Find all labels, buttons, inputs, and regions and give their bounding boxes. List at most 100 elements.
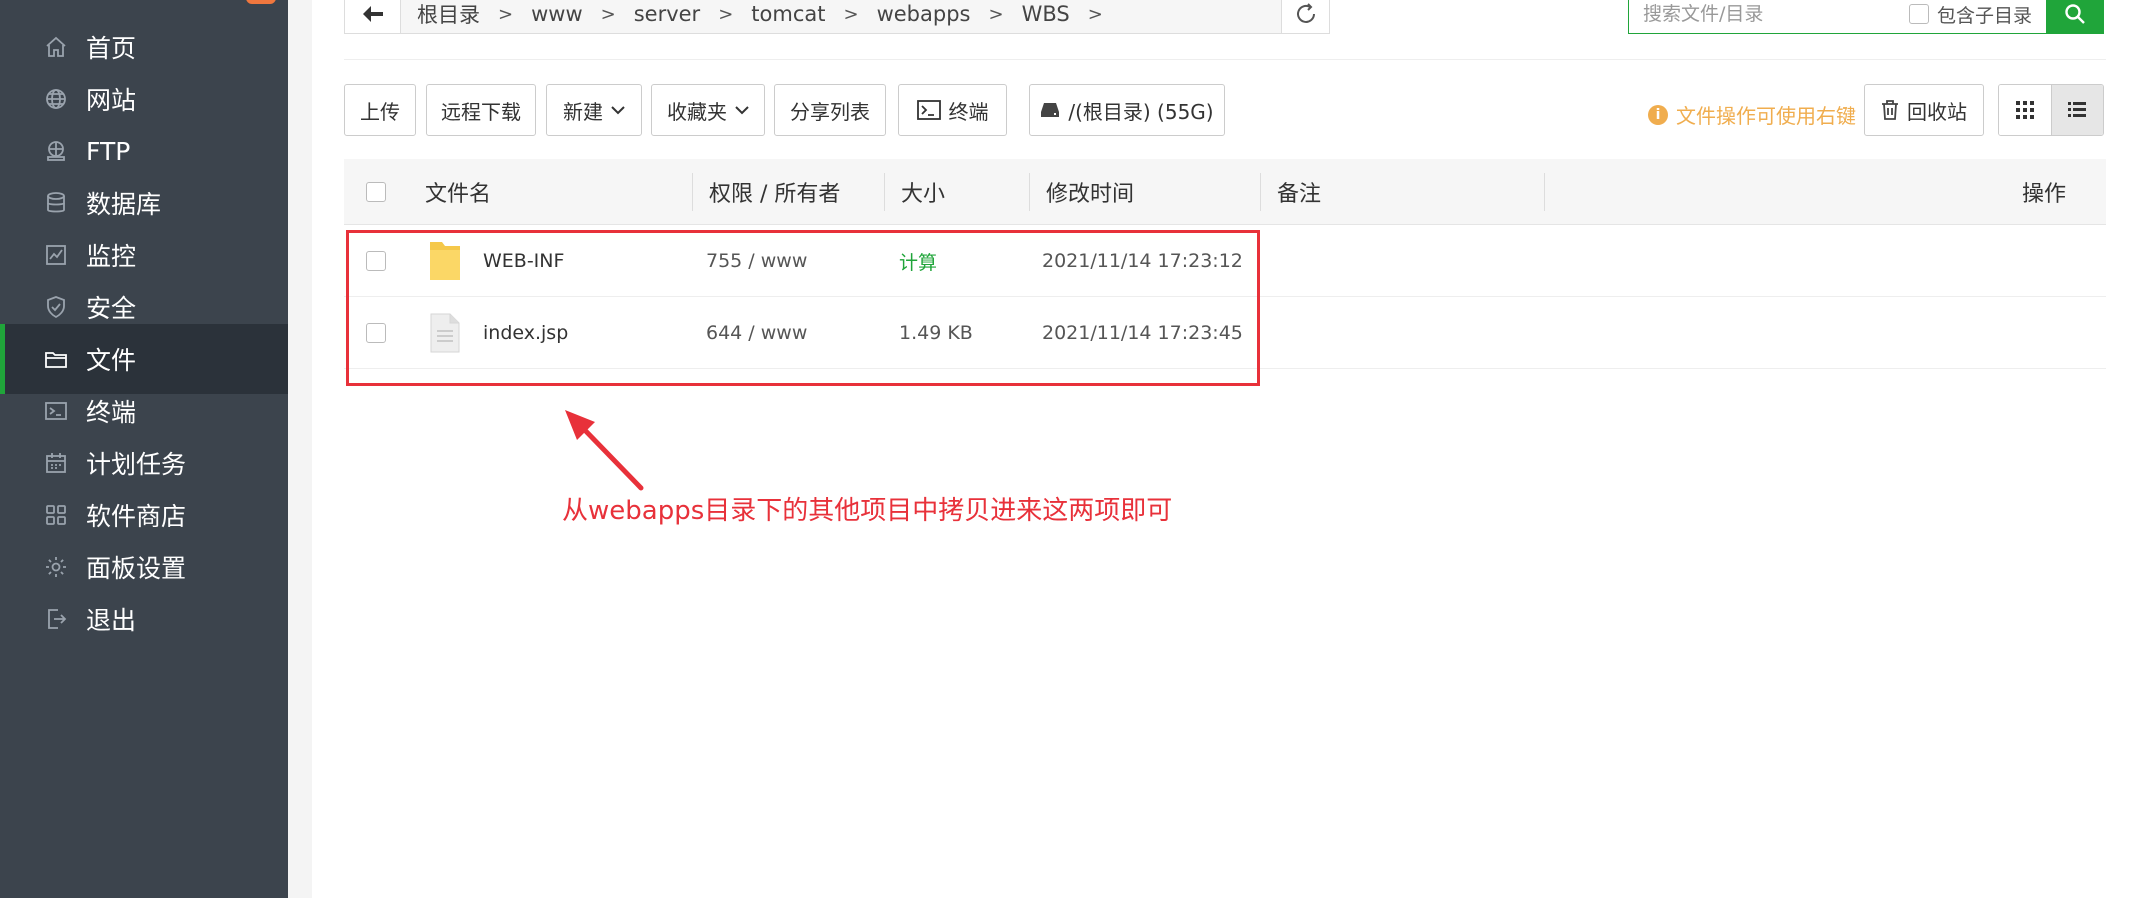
- header-modified[interactable]: 修改时间: [1046, 159, 1134, 225]
- back-button[interactable]: [345, 0, 401, 33]
- chevron-right-icon: >: [600, 3, 616, 25]
- annotation-highlight-box: [346, 230, 1260, 386]
- column-divider: [1544, 173, 1545, 211]
- select-all-checkbox[interactable]: [366, 159, 386, 225]
- sidebar-item-label: 终端: [86, 398, 137, 427]
- info-icon: i: [1648, 104, 1668, 125]
- column-divider: [884, 173, 885, 211]
- file-table-header: 文件名 权限 / 所有者 大小 修改时间 备注 操作: [344, 159, 2106, 225]
- folder-icon: [42, 345, 70, 373]
- share-list-label: 分享列表: [790, 99, 870, 124]
- upload-button[interactable]: 上传: [344, 84, 416, 136]
- grid-view-button[interactable]: [1999, 85, 2051, 135]
- sidebar-item-label: 监控: [86, 242, 137, 271]
- terminal-icon: [42, 397, 70, 425]
- sidebar-gutter: [288, 0, 312, 898]
- disk-label: /(根目录) (55G): [1068, 99, 1214, 124]
- breadcrumb-item[interactable]: webapps: [873, 2, 975, 26]
- chevron-right-icon: >: [498, 3, 514, 25]
- sidebar-item-label: 数据库: [86, 190, 162, 219]
- terminal-button[interactable]: 终端: [898, 84, 1007, 136]
- list-view-icon: [2068, 102, 2087, 117]
- annotation-text: 从webapps目录下的其他项目中拷贝进来这两项即可: [562, 496, 1173, 526]
- sidebar-item-label: 软件商店: [86, 502, 187, 531]
- context-menu-tip: i 文件操作可使用右键: [1648, 100, 1856, 129]
- list-view-button[interactable]: [2050, 85, 2103, 135]
- divider: [344, 59, 2106, 60]
- breadcrumb-item[interactable]: tomcat: [747, 2, 829, 26]
- sidebar-item-label: 安全: [86, 294, 137, 323]
- header-permission[interactable]: 权限 / 所有者: [709, 159, 840, 225]
- annotation-arrow-icon: [565, 410, 644, 491]
- search-input[interactable]: [1643, 3, 1893, 25]
- terminal-label: 终端: [948, 99, 989, 124]
- header-note: 备注: [1277, 182, 1322, 207]
- view-toggle: [1998, 84, 2104, 136]
- search-icon: [2065, 4, 2085, 24]
- sidebar: 首页 网站 FTP 数据库 监控 安全 文件 终端 计划任务 软件商店 面板设置…: [0, 0, 288, 898]
- sidebar-item-label: 面板设置: [86, 554, 187, 583]
- chevron-down-icon: [611, 106, 625, 115]
- notification-badge: [246, 0, 276, 4]
- new-label: 新建: [563, 99, 603, 124]
- column-divider: [1029, 173, 1030, 211]
- database-icon: [42, 189, 70, 217]
- file-manager-page: 首页 网站 FTP 数据库 监控 安全 文件 终端 计划任务 软件商店 面板设置…: [0, 0, 2136, 898]
- remote-download-label: 远程下载: [441, 99, 521, 124]
- column-divider: [692, 173, 693, 211]
- remote-download-button[interactable]: 远程下载: [426, 84, 536, 136]
- sidebar-item-label: 退出: [86, 606, 137, 635]
- trash-icon: [1882, 100, 1898, 120]
- home-icon: [42, 33, 70, 61]
- breadcrumb: 根目录 > www > server > tomcat > webapps > …: [344, 0, 1330, 34]
- sidebar-item-label: 计划任务: [86, 450, 187, 479]
- upload-label: 上传: [360, 99, 400, 124]
- chevron-right-icon: >: [718, 3, 734, 25]
- globe-icon: [42, 85, 70, 113]
- search-button[interactable]: [2046, 0, 2104, 34]
- chevron-right-icon: >: [1087, 3, 1103, 25]
- checkbox[interactable]: [366, 182, 386, 202]
- refresh-icon: [1296, 3, 1315, 23]
- favorites-button[interactable]: 收藏夹: [651, 84, 765, 136]
- chevron-right-icon: >: [988, 3, 1004, 25]
- breadcrumb-item[interactable]: 根目录: [413, 0, 484, 29]
- checkbox[interactable]: [1909, 4, 1929, 24]
- recycle-bin-button[interactable]: 回收站: [1864, 84, 1984, 136]
- column-divider: [1260, 173, 1261, 211]
- calendar-icon: [42, 449, 70, 477]
- sidebar-item-label: 首页: [86, 34, 137, 63]
- breadcrumb-item[interactable]: server: [630, 2, 704, 26]
- chevron-right-icon: >: [843, 3, 859, 25]
- refresh-button[interactable]: [1281, 0, 1329, 33]
- include-subdir-label: 包含子目录: [1937, 4, 2033, 27]
- breadcrumb-item[interactable]: www: [527, 2, 587, 26]
- tip-text: 文件操作可使用右键: [1676, 104, 1856, 128]
- monitor-icon: [42, 241, 70, 269]
- favorites-label: 收藏夹: [667, 99, 727, 124]
- header-size[interactable]: 大小: [901, 159, 945, 225]
- breadcrumb-item[interactable]: WBS: [1018, 2, 1074, 26]
- hard-drive-icon: [1041, 103, 1060, 117]
- new-button[interactable]: 新建: [546, 84, 642, 136]
- ftp-icon: [42, 137, 70, 165]
- include-subdir-checkbox[interactable]: 包含子目录: [1909, 1, 2032, 28]
- gear-icon: [42, 553, 70, 581]
- sidebar-item-label: 文件: [86, 346, 137, 375]
- search-box: 包含子目录: [1628, 0, 2104, 34]
- share-list-button[interactable]: 分享列表: [774, 84, 886, 136]
- disk-button[interactable]: /(根目录) (55G): [1029, 84, 1225, 136]
- chevron-down-icon: [735, 106, 749, 115]
- header-actions: 操作: [2021, 182, 2066, 207]
- grid-view-icon: [2015, 101, 2034, 119]
- sidebar-item-logout[interactable]: 退出: [0, 584, 288, 654]
- shield-icon: [42, 293, 70, 321]
- terminal-icon: [916, 100, 941, 120]
- apps-grid-icon: [42, 501, 70, 529]
- header-filename[interactable]: 文件名: [425, 159, 491, 225]
- sidebar-item-label: FTP: [86, 136, 131, 166]
- sidebar-item-label: 网站: [86, 86, 137, 115]
- logout-icon: [42, 605, 70, 633]
- recycle-bin-label: 回收站: [1907, 99, 1967, 124]
- arrow-left-icon: [362, 6, 383, 22]
